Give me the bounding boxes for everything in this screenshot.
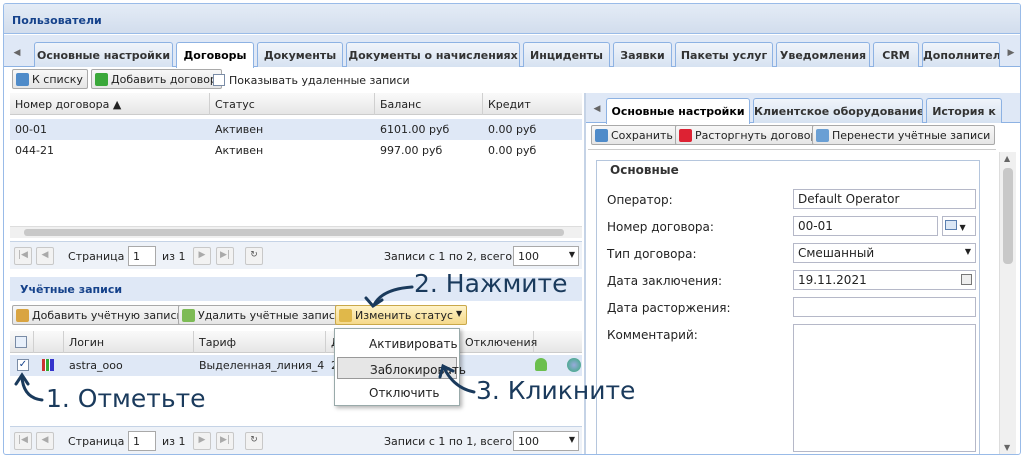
users-window: Пользователи ◀ Основные настройки Догово…: [3, 3, 1021, 455]
annotation-arrows: [14, 285, 476, 402]
arrow-step-3: [442, 366, 476, 394]
